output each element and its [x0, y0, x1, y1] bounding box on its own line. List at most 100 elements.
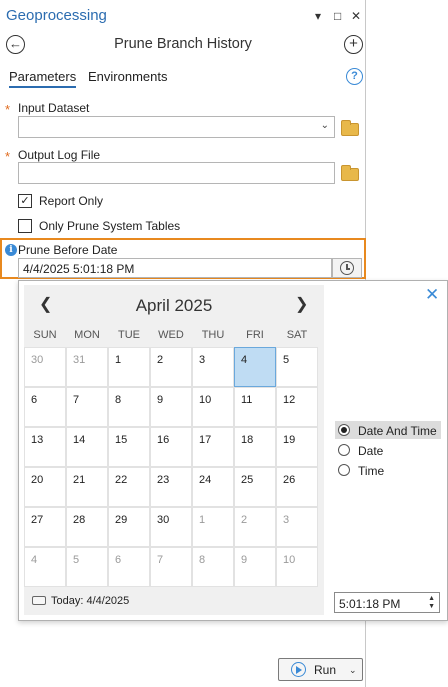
- input-dataset-field[interactable]: ⌄: [18, 116, 335, 138]
- input-dataset-browse-icon[interactable]: [341, 120, 359, 136]
- calendar-day-number: 1: [115, 354, 122, 366]
- next-month-icon[interactable]: ❯: [295, 294, 308, 314]
- calendar-day-number: 14: [73, 434, 86, 446]
- tab-environments[interactable]: Environments: [88, 69, 167, 84]
- calendar-day[interactable]: 22: [108, 467, 150, 507]
- prune-before-date-input[interactable]: 4/4/2025 5:01:18 PM: [18, 258, 332, 278]
- calendar-day-number: 6: [31, 394, 38, 406]
- calendar-day-number: 23: [157, 474, 170, 486]
- pane-titlebar: Geoprocessing ▾ □ ✕: [0, 0, 366, 32]
- weekday-label: SAT: [286, 329, 308, 341]
- calendar-day[interactable]: 29: [108, 507, 150, 547]
- calendar-day-number: 2: [157, 354, 164, 366]
- calendar-day[interactable]: 26: [276, 467, 318, 507]
- calendar-day-number: 16: [157, 434, 170, 446]
- calendar-day[interactable]: 15: [108, 427, 150, 467]
- calendar-day[interactable]: 1: [192, 507, 234, 547]
- time-input[interactable]: 5:01:18 PM ▲ ▼: [334, 592, 440, 613]
- calendar-day[interactable]: 2: [150, 347, 192, 387]
- radio-date-and-time[interactable]: [338, 424, 350, 436]
- prune-before-date-param: i Prune Before Date 4/4/2025 5:01:18 PM: [0, 238, 366, 279]
- calendar-day-number: 18: [241, 434, 254, 446]
- date-picker-popup: ✕ ❮ April 2025 ❯ SUN MON TUE WED THU FRI SAT 3…: [18, 280, 448, 621]
- calendar-day[interactable]: 4: [234, 347, 276, 387]
- calendar-day[interactable]: 2: [234, 507, 276, 547]
- prune-system-checkbox[interactable]: [18, 219, 32, 233]
- calendar-day-number: 20: [31, 474, 44, 486]
- calendar-day[interactable]: 11: [234, 387, 276, 427]
- calendar-day[interactable]: 6: [24, 387, 66, 427]
- calendar-day-number: 11: [241, 394, 253, 406]
- run-dropdown-icon[interactable]: ⌄: [349, 665, 357, 676]
- calendar-day[interactable]: 13: [24, 427, 66, 467]
- calendar-day[interactable]: 4: [24, 547, 66, 587]
- calendar-day[interactable]: 10: [276, 547, 318, 587]
- calendar-day[interactable]: 25: [234, 467, 276, 507]
- calendar-day[interactable]: 21: [66, 467, 108, 507]
- calendar-day[interactable]: 31: [66, 347, 108, 387]
- maximize-icon[interactable]: □: [334, 8, 341, 24]
- calendar-day-number: 6: [115, 554, 122, 566]
- tool-header: ← Prune Branch History +: [0, 32, 366, 58]
- calendar-day[interactable]: 20: [24, 467, 66, 507]
- tool-tabs: Parameters Environments ?: [0, 66, 366, 90]
- calendar-day[interactable]: 3: [276, 507, 318, 547]
- help-icon[interactable]: ?: [346, 68, 363, 85]
- tab-parameters[interactable]: Parameters: [9, 69, 77, 88]
- calendar: ❮ April 2025 ❯ SUN MON TUE WED THU FRI SAT 30 3…: [24, 285, 324, 615]
- calendar-day[interactable]: 8: [192, 547, 234, 587]
- mode-time[interactable]: Time: [335, 461, 441, 479]
- report-only-checkbox[interactable]: ✓: [18, 194, 32, 208]
- calendar-day[interactable]: 1: [108, 347, 150, 387]
- time-up-icon[interactable]: ▲: [428, 595, 435, 603]
- mode-label: Date: [358, 444, 384, 458]
- calendar-day[interactable]: 24: [192, 467, 234, 507]
- calendar-day-number: 24: [199, 474, 212, 486]
- calendar-month-label[interactable]: April 2025: [24, 296, 324, 316]
- calendar-day[interactable]: 19: [276, 427, 318, 467]
- calendar-day[interactable]: 7: [66, 387, 108, 427]
- calendar-day[interactable]: 18: [234, 427, 276, 467]
- calendar-day[interactable]: 17: [192, 427, 234, 467]
- calendar-day-number: 4: [31, 554, 38, 566]
- radio-time[interactable]: [338, 464, 350, 476]
- calendar-day[interactable]: 9: [150, 387, 192, 427]
- calendar-day[interactable]: 3: [192, 347, 234, 387]
- today-link[interactable]: Today: 4/4/2025: [32, 595, 129, 607]
- calendar-day[interactable]: 7: [150, 547, 192, 587]
- calendar-day[interactable]: 5: [276, 347, 318, 387]
- calendar-day[interactable]: 30: [150, 507, 192, 547]
- output-log-field[interactable]: [18, 162, 335, 184]
- info-icon[interactable]: i: [5, 244, 17, 256]
- calendar-day-number: 3: [199, 354, 206, 366]
- add-icon[interactable]: +: [344, 35, 363, 54]
- close-popup-icon[interactable]: ✕: [425, 286, 439, 303]
- calendar-day[interactable]: 10: [192, 387, 234, 427]
- mode-date-and-time[interactable]: Date And Time: [335, 421, 441, 439]
- calendar-day[interactable]: 6: [108, 547, 150, 587]
- calendar-day[interactable]: 9: [234, 547, 276, 587]
- calendar-day[interactable]: 12: [276, 387, 318, 427]
- calendar-day[interactable]: 30: [24, 347, 66, 387]
- mode-label: Time: [358, 464, 385, 478]
- chevron-down-icon[interactable]: ⌄: [321, 120, 329, 131]
- today-label: Today: 4/4/2025: [51, 595, 130, 607]
- calendar-day[interactable]: 27: [24, 507, 66, 547]
- output-log-browse-icon[interactable]: [341, 165, 359, 181]
- time-down-icon[interactable]: ▼: [428, 603, 435, 611]
- close-icon[interactable]: ✕: [351, 8, 361, 24]
- calendar-day[interactable]: 14: [66, 427, 108, 467]
- prune-system-label: Only Prune System Tables: [39, 219, 181, 233]
- calendar-day[interactable]: 16: [150, 427, 192, 467]
- calendar-day[interactable]: 8: [108, 387, 150, 427]
- radio-date[interactable]: [338, 444, 350, 456]
- tool-title: Prune Branch History: [114, 36, 252, 52]
- calendar-day[interactable]: 23: [150, 467, 192, 507]
- run-button[interactable]: Run ⌄: [278, 658, 363, 681]
- mode-date[interactable]: Date: [335, 441, 441, 459]
- pane-options-icon[interactable]: ▾: [315, 8, 321, 24]
- calendar-day-number: 29: [115, 514, 128, 526]
- calendar-day[interactable]: 28: [66, 507, 108, 547]
- calendar-day[interactable]: 5: [66, 547, 108, 587]
- date-picker-button[interactable]: [332, 258, 362, 278]
